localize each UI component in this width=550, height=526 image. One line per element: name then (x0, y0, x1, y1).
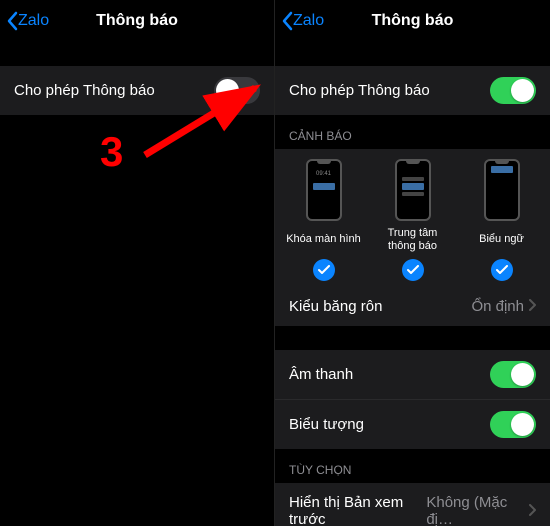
alert-style-label: Trung tâm thông báo (373, 227, 453, 253)
badge-label: Biểu tượng (289, 416, 364, 433)
chevron-left-icon (281, 11, 293, 31)
back-button[interactable]: Zalo (275, 11, 324, 31)
alert-style-banner[interactable]: Biểu ngữ (462, 159, 542, 281)
banner-style-row[interactable]: Kiểu băng rôn Ổn định (275, 287, 550, 326)
alert-style-check[interactable] (313, 259, 335, 281)
sound-row[interactable]: Âm thanh (275, 350, 550, 399)
allow-notifications-toggle[interactable] (490, 77, 536, 104)
banner-style-value: Ổn định (471, 298, 524, 315)
alert-style-label: Khóa màn hình (286, 227, 361, 253)
allow-notifications-label: Cho phép Thông báo (289, 82, 430, 99)
back-label: Zalo (293, 12, 324, 30)
alerts-section-header: CẢNH BÁO (275, 115, 550, 149)
banner-preview-icon (484, 159, 520, 221)
check-icon (496, 265, 508, 275)
alert-style-check[interactable] (491, 259, 513, 281)
check-icon (318, 265, 330, 275)
notification-center-preview-icon (395, 159, 431, 221)
check-icon (407, 265, 419, 275)
badge-row[interactable]: Biểu tượng (275, 399, 550, 449)
header: Zalo Thông báo (275, 0, 550, 42)
sound-label: Âm thanh (289, 366, 353, 383)
allow-notifications-row[interactable]: Cho phép Thông báo (0, 66, 274, 115)
lockscreen-preview-icon: 09:41 (306, 159, 342, 221)
annotation-step-number: 3 (100, 128, 123, 176)
allow-notifications-toggle[interactable] (214, 77, 260, 104)
banner-style-label: Kiểu băng rôn (289, 298, 382, 315)
badge-toggle[interactable] (490, 411, 536, 438)
alert-style-label: Biểu ngữ (479, 227, 524, 253)
alert-style-check[interactable] (402, 259, 424, 281)
chevron-left-icon (6, 11, 18, 31)
sound-toggle[interactable] (490, 361, 536, 388)
settings-panel-before: Zalo Thông báo Cho phép Thông báo 3 (0, 0, 275, 526)
alert-style-lockscreen[interactable]: 09:41 Khóa màn hình (284, 159, 364, 281)
allow-notifications-label: Cho phép Thông báo (14, 82, 155, 99)
chevron-right-icon (528, 298, 536, 315)
preview-value: Không (Mặc đị… (426, 494, 524, 526)
preview-row[interactable]: Hiển thị Bản xem trước Không (Mặc đị… (275, 483, 550, 526)
allow-notifications-row[interactable]: Cho phép Thông báo (275, 66, 550, 115)
alert-style-notification-center[interactable]: Trung tâm thông báo (373, 159, 453, 281)
alert-styles-container: 09:41 Khóa màn hình Trung tâm thông báo (275, 149, 550, 287)
back-label: Zalo (18, 12, 49, 30)
options-section-header: TÙY CHỌN (275, 449, 550, 483)
settings-panel-after: Zalo Thông báo Cho phép Thông báo CẢNH B… (275, 0, 550, 526)
header: Zalo Thông báo (0, 0, 274, 42)
chevron-right-icon (528, 503, 536, 520)
preview-label: Hiển thị Bản xem trước (289, 494, 426, 526)
back-button[interactable]: Zalo (0, 11, 49, 31)
